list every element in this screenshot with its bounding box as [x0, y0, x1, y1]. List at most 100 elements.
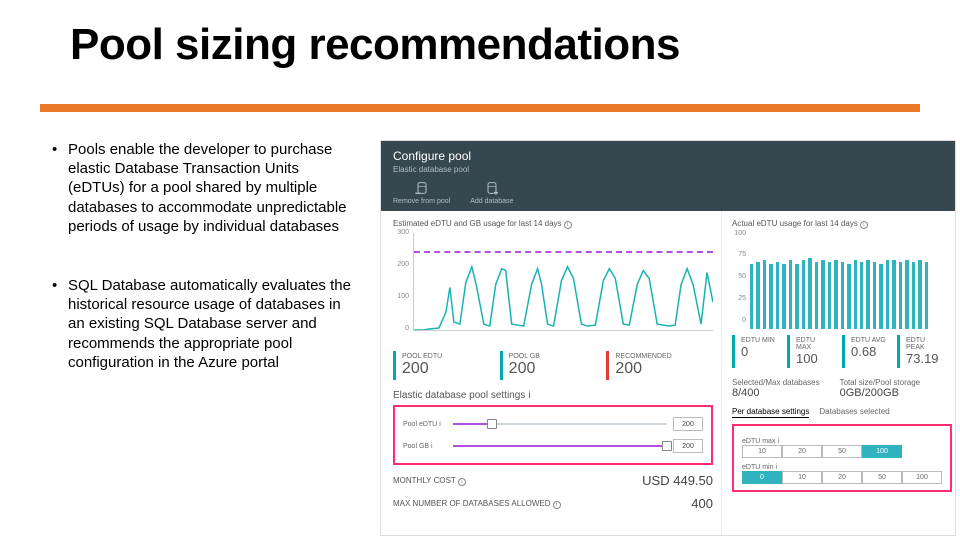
metric-edtu-min: EDTU MIN0 — [732, 335, 782, 368]
edtu-min-selector[interactable]: 0 10 20 50 100 — [742, 471, 942, 484]
metric-edtu-max: EDTU MAX100 — [787, 335, 837, 368]
bar — [892, 260, 895, 329]
bar — [834, 260, 837, 329]
highlighted-sliders-box: Pool eDTU i 200 Pool GB i 200 — [393, 405, 713, 465]
bar — [828, 262, 831, 329]
max-db-value: 400 — [691, 496, 713, 511]
database-remove-icon — [414, 180, 430, 196]
edtu-max-label: eDTU max — [742, 438, 775, 445]
remove-from-pool-button[interactable]: Remove from pool — [393, 180, 450, 205]
actual-usage-title: Actual eDTU usage for last 14 daysi — [732, 219, 952, 229]
database-add-icon — [484, 180, 500, 196]
bar — [763, 260, 766, 329]
blade-header: Configure pool Elastic database pool Rem… — [381, 141, 955, 211]
info-icon[interactable]: i — [777, 438, 779, 445]
remove-label: Remove from pool — [393, 198, 450, 205]
bar — [776, 262, 779, 329]
monthly-cost-value: USD 449.50 — [642, 473, 713, 488]
bar — [912, 262, 915, 329]
slide: Pool sizing recommendations Pools enable… — [0, 0, 960, 540]
tab-per-database-settings[interactable]: Per database settings — [732, 407, 809, 418]
monthly-cost-label: MONTHLY COST — [393, 476, 456, 485]
edtu-min-label: eDTU min — [742, 464, 774, 471]
right-column: Actual eDTU usage for last 14 daysi 100 … — [722, 211, 960, 535]
slide-title: Pool sizing recommendations — [70, 20, 680, 70]
ytick: 100 — [732, 230, 746, 237]
usage-series — [414, 233, 713, 330]
bar — [899, 262, 902, 329]
accent-bar — [40, 104, 920, 112]
pool-edtu-slider[interactable]: Pool eDTU i 200 — [403, 413, 703, 435]
bar — [860, 262, 863, 329]
edtu-min-opt[interactable]: 10 — [782, 471, 822, 484]
ytick: 75 — [732, 251, 746, 258]
metric-pool-edtu: POOL EDTU 200 — [393, 351, 492, 380]
bar — [815, 262, 818, 329]
per-db-tabs: Per database settings Databases selected — [732, 407, 952, 418]
bar — [847, 264, 850, 329]
edtu-max-opt[interactable]: 10 — [742, 445, 782, 458]
bar — [802, 260, 805, 329]
bar — [873, 262, 876, 329]
bar — [879, 264, 882, 329]
pool-gb-value[interactable]: 200 — [673, 439, 703, 453]
highlighted-perdb-box: eDTU maxi 10 20 50 100 eDTU mini 0 10 — [732, 424, 952, 492]
max-db-label: MAX NUMBER OF DATABASES ALLOWED — [393, 499, 551, 508]
edtu-min-opt[interactable]: 0 — [742, 471, 782, 484]
pool-storage: Total size/Pool storage 0GB/200GB — [840, 378, 921, 399]
info-icon[interactable]: i — [776, 464, 778, 471]
ytick: 300 — [393, 229, 409, 236]
edtu-bar-chart: 100 75 50 25 0 — [732, 233, 932, 329]
info-icon[interactable]: i — [458, 478, 466, 486]
bar — [841, 262, 844, 329]
metric-recommended: RECOMMENDED 200 — [606, 351, 705, 380]
blade-subtitle: Elastic database pool — [393, 165, 943, 174]
bar — [854, 260, 857, 329]
edtu-max-opt[interactable]: 100 — [862, 445, 902, 458]
bullet-item: SQL Database automatically evaluates the… — [52, 276, 352, 372]
pool-edtu-value[interactable]: 200 — [673, 417, 703, 431]
ytick: 25 — [732, 295, 746, 302]
bar — [750, 264, 753, 329]
edtu-line-chart: 300 200 100 0 — [393, 233, 713, 343]
ytick: 0 — [393, 325, 409, 332]
ytick: 100 — [393, 293, 409, 300]
info-icon[interactable]: i — [528, 390, 530, 401]
edtu-max-opt[interactable]: 50 — [822, 445, 862, 458]
bar — [808, 258, 811, 329]
bar — [866, 260, 869, 329]
edtu-min-opt[interactable]: 50 — [862, 471, 902, 484]
pool-settings-header: Elastic database pool settingsi — [393, 390, 713, 401]
bar — [821, 260, 824, 329]
edtu-min-opt[interactable]: 100 — [902, 471, 942, 484]
blade-title: Configure pool — [393, 149, 943, 163]
edtu-min-opt[interactable]: 20 — [822, 471, 862, 484]
pool-gb-slider[interactable]: Pool GB i 200 — [403, 435, 703, 457]
bar — [918, 260, 921, 329]
metric-row: POOL EDTU 200 POOL GB 200 RECOMMENDED 20… — [393, 351, 713, 380]
edtu-max-opt[interactable]: 20 — [782, 445, 822, 458]
estimated-usage-title: Estimated eDTU and GB usage for last 14 … — [393, 219, 713, 229]
bar — [782, 264, 785, 329]
tab-databases-selected[interactable]: Databases selected — [819, 407, 889, 418]
bar — [769, 264, 772, 329]
ytick: 50 — [732, 273, 746, 280]
bullet-item: Pools enable the developer to purchase e… — [52, 140, 352, 236]
metric-edtu-peak: EDTU PEAK73.19 — [897, 335, 947, 368]
add-database-button[interactable]: Add database — [470, 180, 513, 205]
info-icon[interactable]: i — [439, 421, 441, 428]
info-icon[interactable]: i — [431, 443, 433, 450]
info-icon[interactable]: i — [564, 221, 572, 229]
azure-screenshot: Configure pool Elastic database pool Rem… — [380, 140, 956, 536]
bar — [756, 262, 759, 329]
bar — [925, 262, 928, 329]
info-icon[interactable]: i — [553, 501, 561, 509]
metric-edtu-avg: EDTU AVG0.68 — [842, 335, 892, 368]
ytick: 0 — [732, 317, 746, 324]
ytick: 200 — [393, 261, 409, 268]
bar — [905, 260, 908, 329]
left-column: Estimated eDTU and GB usage for last 14 … — [381, 211, 722, 535]
info-icon[interactable]: i — [860, 221, 868, 229]
edtu-max-selector[interactable]: 10 20 50 100 — [742, 445, 942, 458]
bar — [886, 260, 889, 329]
